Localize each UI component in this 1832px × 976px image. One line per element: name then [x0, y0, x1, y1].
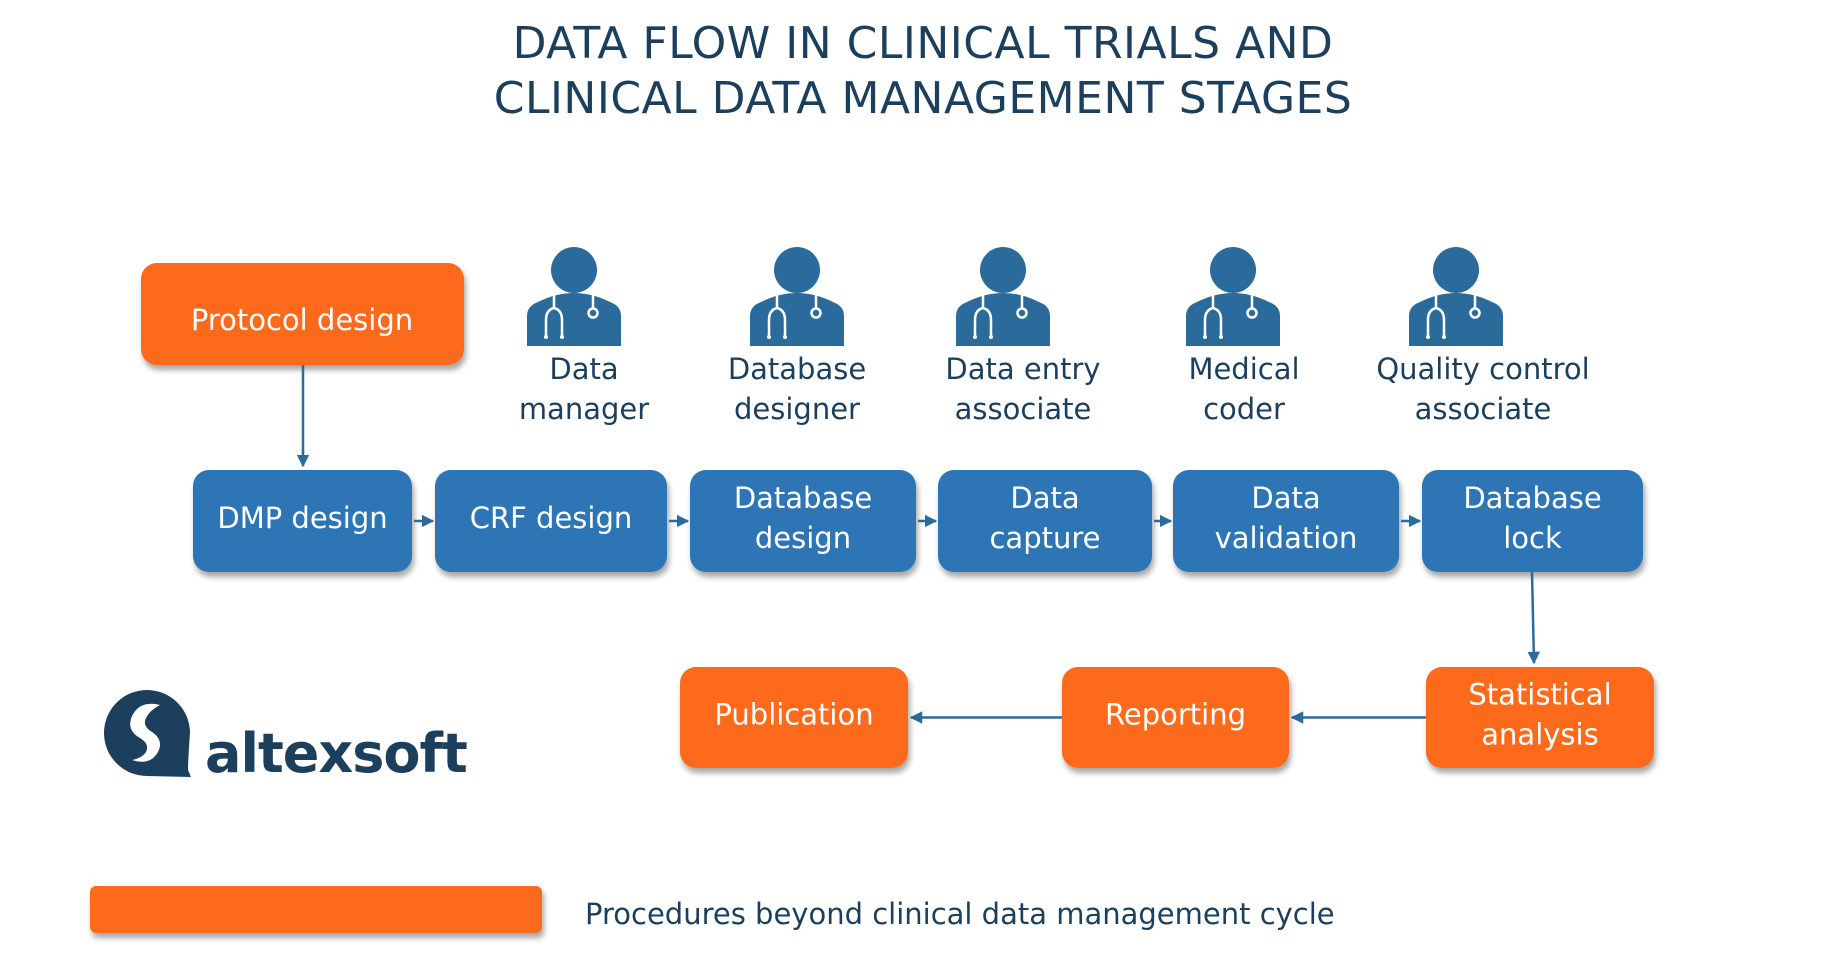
stage-label-line-1: Statistical: [1468, 678, 1611, 712]
altexsoft-logo-icon: [104, 690, 191, 777]
post-stages-row: Statistical analysis Reporting Publication: [680, 667, 1654, 768]
stage-label-line-1: Publication: [714, 698, 873, 732]
doctor-stethoscope-icon: [1407, 245, 1505, 348]
legend-swatch-orange: [90, 886, 542, 933]
cdm-stages-row: DMP design CRF design Database design Data ca…: [193, 470, 1643, 572]
stage-label-line-1: DMP design: [217, 501, 387, 535]
role-medical-coder: Medical coder: [1184, 245, 1300, 426]
page-title-line-2: CLINICAL DATA MANAGEMENT STAGES: [494, 73, 1353, 124]
stage-label-line-1: Database: [734, 481, 872, 515]
stage-statistical-analysis: Statistical analysis: [1426, 667, 1654, 768]
stage-label-line-2: lock: [1503, 521, 1562, 555]
altexsoft-logo: altexsoft: [104, 690, 468, 785]
role-data-entry-associate: Data entry associate: [945, 245, 1101, 426]
role-label-line-1: Database: [728, 352, 866, 386]
role-quality-control-associate: Quality control associate: [1376, 245, 1590, 426]
stage-data-capture: Data capture: [938, 470, 1152, 572]
stage-label-line-2: analysis: [1481, 718, 1598, 752]
legend: Procedures beyond clinical data manageme…: [90, 886, 1335, 933]
role-label-line-1: Data entry: [945, 352, 1100, 386]
doctor-stethoscope-icon: [525, 245, 623, 348]
roles-row: Data manager Database designer Data entry ass…: [519, 245, 1590, 426]
altexsoft-logo-text: altexsoft: [205, 722, 467, 785]
role-label-line-2: coder: [1203, 392, 1285, 426]
stage-data-validation: Data validation: [1173, 470, 1399, 572]
diagram-canvas: DATA FLOW IN CLINICAL TRIALS AND CLINICA…: [90, 18, 1654, 933]
stage-crf-design: CRF design: [435, 470, 667, 572]
role-label-line-2: designer: [734, 392, 860, 426]
page-title-line-1: DATA FLOW IN CLINICAL TRIALS AND: [513, 18, 1334, 69]
stage-label-line-1: Data: [1251, 481, 1320, 515]
protocol-design-label: Protocol design: [191, 303, 413, 337]
stage-database-lock: Database lock: [1422, 470, 1643, 572]
stage-label-line-1: CRF design: [470, 501, 633, 535]
stage-dmp-design: DMP design: [193, 470, 412, 572]
stage-label-line-2: validation: [1215, 521, 1358, 555]
stage-label-line-1: Data: [1010, 481, 1079, 515]
connector-lock-to-statistical: [1527, 571, 1541, 665]
role-label-line-1: Medical: [1188, 352, 1299, 386]
role-database-designer: Database designer: [728, 245, 866, 426]
role-label-line-1: Quality control: [1376, 352, 1589, 386]
stage-label-line-2: capture: [989, 521, 1100, 555]
stage-label-line-2: design: [755, 521, 851, 555]
role-label-line-2: associate: [955, 392, 1092, 426]
role-label-line-2: manager: [519, 392, 649, 426]
stage-publication: Publication: [680, 667, 908, 768]
doctor-stethoscope-icon: [954, 245, 1052, 348]
protocol-design-box: Protocol design: [141, 263, 464, 365]
stage-reporting: Reporting: [1062, 667, 1289, 768]
doctor-stethoscope-icon: [748, 245, 846, 348]
stage-label-line-1: Reporting: [1105, 698, 1246, 732]
role-label-line-1: Data: [549, 352, 618, 386]
legend-label: Procedures beyond clinical data manageme…: [585, 897, 1335, 931]
role-data-manager: Data manager: [519, 245, 649, 426]
stage-database-design: Database design: [690, 470, 916, 572]
role-label-line-2: associate: [1415, 392, 1552, 426]
doctor-stethoscope-icon: [1184, 245, 1282, 348]
stage-label-line-1: Database: [1463, 481, 1601, 515]
